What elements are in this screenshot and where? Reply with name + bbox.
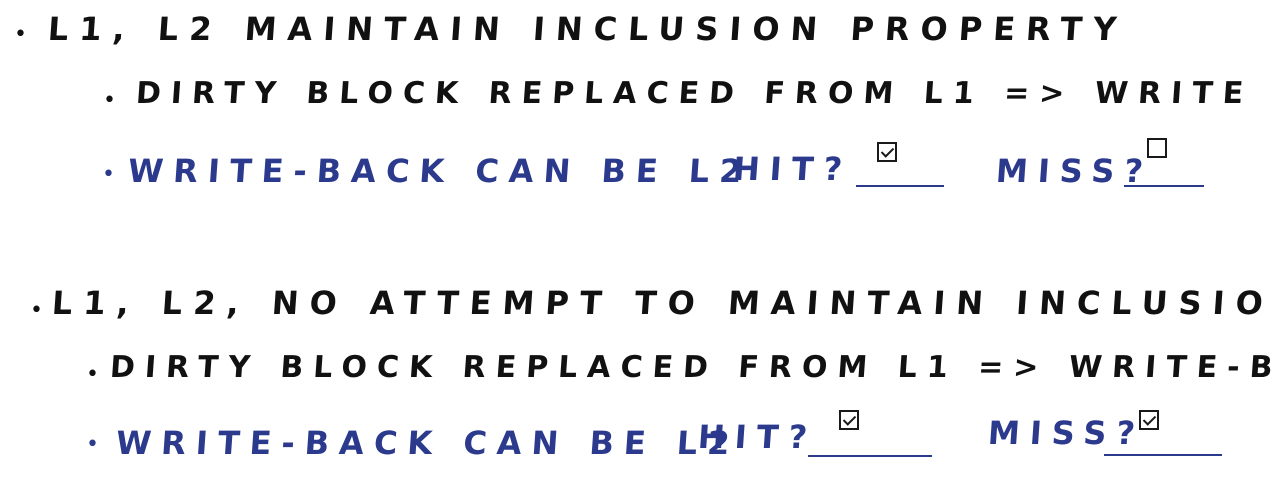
bullet: • [30,298,43,323]
section2-miss-checkbox[interactable] [1139,410,1159,430]
bullet: • [14,22,27,47]
bullet: • [86,432,99,457]
section1-dirty-block-line: DIRTY BLOCK REPLACED FROM L1 => WRITE BA… [134,76,1275,111]
section1-miss-checkbox[interactable] [1147,138,1167,158]
section1-question: WRITE-BACK CAN BE L2 [126,152,753,190]
section2-miss-label: MISS? [986,414,1147,452]
bullet: • [103,88,116,113]
section2-miss-blank [1104,454,1222,456]
section1-hit-blank [856,185,944,187]
section1-miss-blank [1124,185,1204,187]
section2-question: WRITE-BACK CAN BE L2 [114,424,741,462]
section1-heading: L1, L2 MAINTAIN INCLUSION PROPERTY [46,10,1129,48]
section2-hit-blank [808,455,932,457]
section2-dirty-block-line: DIRTY BLOCK REPLACED FROM L1 => WRITE-BA… [108,350,1275,385]
bullet: • [102,162,115,187]
section1-hit-checkbox[interactable] [877,142,897,162]
section1-hit-label: HIT? [731,150,854,188]
section2-hit-checkbox[interactable] [839,410,859,430]
section2-heading: L1, L2, NO ATTEMPT TO MAINTAIN INCLUSION [50,284,1275,322]
section2-hit-label: HIT? [696,418,819,456]
bullet: • [86,362,99,387]
